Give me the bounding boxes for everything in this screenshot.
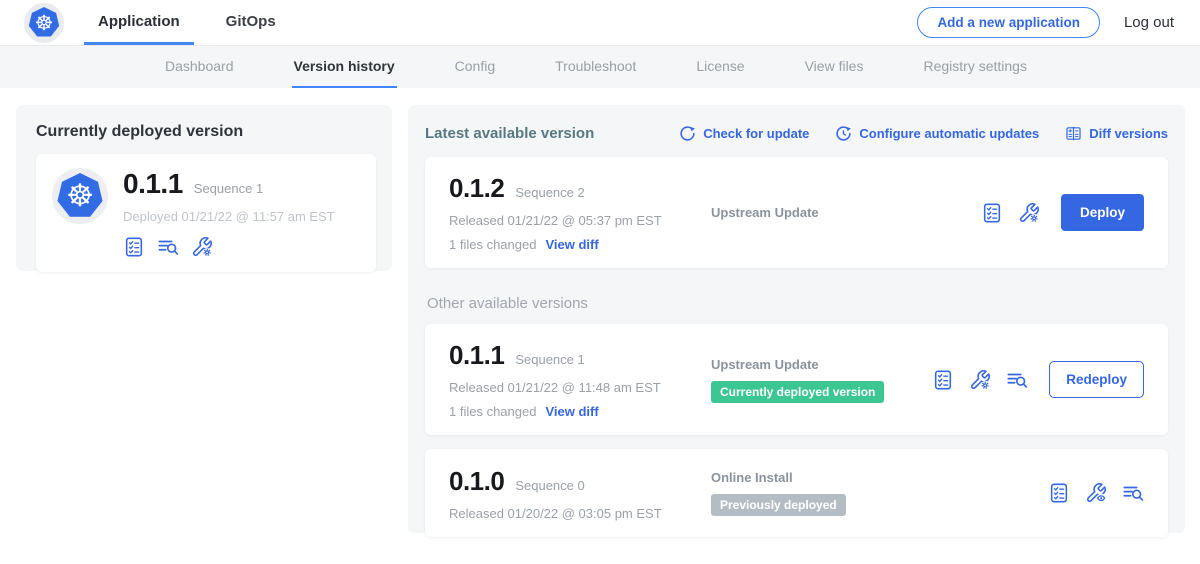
check-for-update-label: Check for update	[703, 126, 809, 141]
version-sequence: Sequence 2	[515, 185, 584, 200]
version-sequence: Sequence 1	[515, 352, 584, 367]
add-application-button[interactable]: Add a new application	[917, 7, 1100, 38]
currently-deployed-badge: Currently deployed version	[711, 381, 884, 403]
header-right: Add a new application Log out	[917, 0, 1200, 45]
deploy-logs-icon[interactable]	[1006, 369, 1028, 391]
version-source: Upstream Update	[711, 205, 981, 220]
logout-button[interactable]: Log out	[1124, 14, 1174, 31]
files-changed-label: 1 files changed	[449, 404, 536, 419]
app-logo: ☸	[0, 0, 84, 45]
diff-panes-icon	[1065, 125, 1082, 142]
subnav-tab-troubleshoot[interactable]: Troubleshoot	[553, 46, 638, 88]
app-header: ☸ Application GitOps Add a new applicati…	[0, 0, 1200, 46]
version-row-0-1-2: 0.1.2 Sequence 2 Released 01/21/22 @ 05:…	[425, 157, 1168, 268]
deployed-version-card: ☸ 0.1.1 Sequence 1 Deployed 01/21/22 @ 1…	[36, 154, 376, 272]
check-for-update-link[interactable]: Check for update	[679, 125, 809, 142]
preflight-checks-icon[interactable]	[123, 236, 145, 258]
files-changed-row: 1 files changed View diff	[449, 237, 711, 252]
version-number: 0.1.1	[449, 340, 504, 371]
diff-versions-label: Diff versions	[1089, 126, 1168, 141]
version-line: 0.1.0 Sequence 0	[449, 466, 711, 497]
header-tabs: Application GitOps	[84, 0, 308, 45]
kubernetes-logo-circle: ☸	[24, 3, 64, 43]
redeploy-button[interactable]: Redeploy	[1049, 361, 1144, 398]
latest-version-heading: Latest available version	[425, 125, 594, 142]
refresh-icon	[679, 125, 696, 142]
auto-update-clock-icon	[835, 125, 852, 142]
app-subnav: Dashboard Version history Config Trouble…	[0, 46, 1200, 88]
version-source: Upstream Update Currently deployed versi…	[711, 357, 932, 403]
subnav-tab-config[interactable]: Config	[453, 46, 497, 88]
preflight-checks-icon[interactable]	[932, 369, 954, 391]
preflight-checks-icon[interactable]	[981, 202, 1003, 224]
app-logo-circle: ☸	[52, 168, 108, 224]
version-info: 0.1.1 Sequence 1 Released 01/21/22 @ 11:…	[449, 340, 711, 419]
version-actions: Deploy	[981, 194, 1144, 231]
version-line: 0.1.2 Sequence 2	[449, 173, 711, 204]
version-actions: Redeploy	[932, 361, 1144, 398]
version-number: 0.1.2	[449, 173, 504, 204]
deployed-timestamp: Deployed 01/21/22 @ 11:57 am EST	[123, 209, 335, 224]
subnav-tab-version-history[interactable]: Version history	[292, 46, 397, 88]
subnav-tab-view-files[interactable]: View files	[803, 46, 866, 88]
deploy-logs-icon[interactable]	[1122, 482, 1144, 504]
deployed-version-info: 0.1.1 Sequence 1 Deployed 01/21/22 @ 11:…	[123, 168, 335, 258]
deployed-action-icons	[123, 236, 335, 258]
tab-gitops[interactable]: GitOps	[212, 0, 290, 45]
configure-automatic-updates-link[interactable]: Configure automatic updates	[835, 125, 1039, 142]
version-number: 0.1.0	[449, 466, 504, 497]
deployed-sequence: Sequence 1	[194, 181, 263, 196]
previously-deployed-badge: Previously deployed	[711, 494, 846, 516]
currently-deployed-title: Currently deployed version	[36, 123, 376, 141]
released-timestamp: Released 01/21/22 @ 05:37 pm EST	[449, 213, 711, 228]
version-sequence: Sequence 0	[515, 478, 584, 493]
version-line: 0.1.1 Sequence 1	[449, 340, 711, 371]
edit-config-icon[interactable]	[969, 369, 991, 391]
tab-application[interactable]: Application	[84, 0, 194, 45]
kubernetes-icon: ☸	[29, 7, 60, 38]
edit-config-icon[interactable]	[1018, 202, 1040, 224]
version-row-0-1-1: 0.1.1 Sequence 1 Released 01/21/22 @ 11:…	[425, 324, 1168, 435]
deploy-button[interactable]: Deploy	[1061, 194, 1144, 231]
view-diff-link[interactable]: View diff	[545, 404, 598, 419]
version-actions	[1048, 482, 1144, 504]
view-config-icon[interactable]	[1085, 482, 1107, 504]
view-diff-link[interactable]: View diff	[545, 237, 598, 252]
version-history-panel: Latest available version Check for updat…	[408, 105, 1185, 533]
source-label: Upstream Update	[711, 205, 981, 220]
version-source: Online Install Previously deployed	[711, 470, 1048, 516]
deploy-logs-icon[interactable]	[157, 236, 179, 258]
subnav-tab-dashboard[interactable]: Dashboard	[163, 46, 236, 88]
version-info: 0.1.2 Sequence 2 Released 01/21/22 @ 05:…	[449, 173, 711, 252]
files-changed-row: 1 files changed View diff	[449, 404, 711, 419]
deployed-version-number: 0.1.1	[123, 168, 183, 200]
subnav-tab-license[interactable]: License	[694, 46, 746, 88]
other-versions-heading: Other available versions	[427, 295, 1168, 312]
version-line: 0.1.1 Sequence 1	[123, 168, 335, 200]
released-timestamp: Released 01/21/22 @ 11:48 am EST	[449, 380, 711, 395]
source-label: Upstream Update	[711, 357, 932, 372]
latest-version-header: Latest available version Check for updat…	[425, 121, 1168, 145]
edit-config-icon[interactable]	[191, 236, 213, 258]
version-info: 0.1.0 Sequence 0 Released 01/20/22 @ 03:…	[449, 466, 711, 521]
subnav-tab-registry-settings[interactable]: Registry settings	[921, 46, 1028, 88]
currently-deployed-card: Currently deployed version ☸ 0.1.1 Seque…	[16, 105, 392, 271]
released-timestamp: Released 01/20/22 @ 03:05 pm EST	[449, 506, 711, 521]
kubernetes-icon: ☸	[57, 173, 103, 219]
files-changed-label: 1 files changed	[449, 237, 536, 252]
diff-versions-link[interactable]: Diff versions	[1065, 125, 1168, 142]
source-label: Online Install	[711, 470, 1048, 485]
version-row-0-1-0: 0.1.0 Sequence 0 Released 01/20/22 @ 03:…	[425, 449, 1168, 537]
preflight-checks-icon[interactable]	[1048, 482, 1070, 504]
configure-automatic-updates-label: Configure automatic updates	[859, 126, 1039, 141]
panel-actions: Check for update Configure automatic upd…	[679, 125, 1168, 142]
